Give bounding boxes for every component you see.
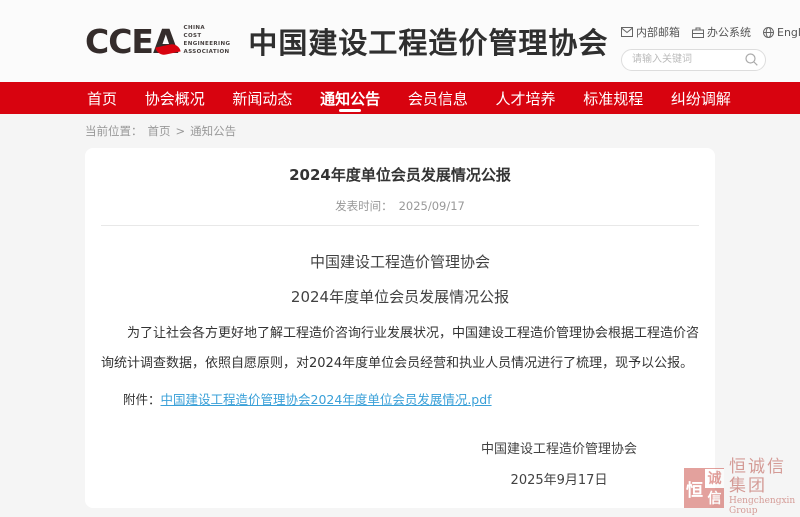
office-system-link[interactable]: 办公系统	[692, 24, 751, 40]
globe-icon	[763, 27, 774, 38]
nav-item-about[interactable]: 协会概况	[143, 82, 207, 114]
attachment-pdf-link[interactable]: 中国建设工程造价管理协会2024年度单位会员发展情况.pdf	[161, 392, 492, 407]
breadcrumb-separator: >	[176, 124, 186, 138]
ccea-logo-word: CCEA	[85, 25, 178, 58]
site-header: CCEA CHINA COST ENGINEERING ASSOCIATION …	[0, 0, 800, 82]
publish-time-date: 2025/09/17	[399, 199, 465, 213]
breadcrumb-prefix: 当前位置：	[85, 123, 143, 139]
mail-icon	[621, 27, 633, 37]
logo-sub-line: CHINA	[184, 25, 231, 33]
watermark-char-2: 诚	[705, 469, 724, 488]
publish-time: 发表时间： 2025/09/17	[101, 198, 699, 214]
nav-item-training[interactable]: 人才培养	[494, 82, 558, 114]
english-link[interactable]: English	[763, 24, 800, 40]
breadcrumb: 当前位置： 首页 > 通知公告	[85, 123, 800, 139]
hengchengxin-watermark: 恒 诚 信 恒诚信集团 Hengchengxin Group	[684, 458, 800, 517]
quick-links: 内部邮箱 办公系统 English	[621, 24, 771, 40]
logo-sub-line: ASSOCIATION	[184, 49, 231, 57]
main-nav: 首页 协会概况 新闻动态 通知公告 会员信息 人才培养 标准规程 纠纷调解	[0, 82, 800, 114]
signature-org: 中国建设工程造价管理协会	[459, 438, 659, 457]
internal-mail-link[interactable]: 内部邮箱	[621, 24, 680, 40]
quick-link-label: English	[777, 26, 800, 39]
article-title: 2024年度单位会员发展情况公报	[101, 164, 699, 185]
site-title: 中国建设工程造价管理协会	[248, 20, 608, 62]
header-inner: CCEA CHINA COST ENGINEERING ASSOCIATION …	[85, 0, 733, 82]
logo-sub-line: ENGINEERING	[184, 41, 231, 49]
search-box	[621, 47, 766, 71]
signature-date: 2025年9月17日	[459, 469, 659, 488]
hengchengxin-logo-icon: 恒 诚 信	[684, 468, 724, 508]
briefcase-icon	[692, 27, 704, 38]
doc-title-org: 中国建设工程造价管理协会	[101, 251, 699, 272]
watermark-text: 恒诚信集团 Hengchengxin Group	[729, 458, 800, 517]
article-panel: 2024年度单位会员发展情况公报 发表时间： 2025/09/17 中国建设工程造…	[85, 148, 715, 508]
nav-inner: 首页 协会概况 新闻动态 通知公告 会员信息 人才培养 标准规程 纠纷调解	[85, 82, 733, 114]
breadcrumb-home[interactable]: 首页	[148, 123, 171, 139]
title-divider	[101, 225, 699, 226]
breadcrumb-current[interactable]: 通知公告	[190, 123, 236, 139]
logo-sub-line: COST	[184, 33, 231, 41]
signature-block: 中国建设工程造价管理协会 2025年9月17日	[459, 438, 659, 488]
watermark-name: 恒诚信集团	[729, 458, 800, 495]
article-paragraph: 为了让社会各方更好地了解工程造价咨询行业发展状况，中国建设工程造价管理协会根据工…	[101, 319, 699, 379]
doc-title-report: 2024年度单位会员发展情况公报	[101, 286, 699, 307]
nav-item-news[interactable]: 新闻动态	[230, 82, 294, 114]
attachment-label: 附件：	[123, 392, 161, 407]
attachment-row: 附件：中国建设工程造价管理协会2024年度单位会员发展情况.pdf	[123, 389, 699, 408]
ccea-logo-subtext: CHINA COST ENGINEERING ASSOCIATION	[184, 25, 231, 57]
nav-item-notices[interactable]: 通知公告	[318, 82, 382, 114]
ccea-logo[interactable]: CCEA CHINA COST ENGINEERING ASSOCIATION	[85, 25, 230, 58]
nav-item-disputes[interactable]: 纠纷调解	[669, 82, 733, 114]
watermark-name-en: Hengchengxin Group	[729, 497, 800, 517]
quick-link-label: 办公系统	[707, 24, 751, 40]
search-icon[interactable]	[745, 51, 758, 70]
watermark-char-1: 恒	[685, 469, 704, 508]
nav-item-members[interactable]: 会员信息	[406, 82, 470, 114]
header-utilities: 内部邮箱 办公系统 English	[621, 24, 771, 71]
quick-link-label: 内部邮箱	[636, 24, 680, 40]
nav-item-home[interactable]: 首页	[85, 82, 119, 114]
watermark-char-3: 信	[705, 489, 724, 508]
nav-item-standards[interactable]: 标准规程	[581, 82, 645, 114]
publish-time-label: 发表时间：	[335, 199, 393, 213]
